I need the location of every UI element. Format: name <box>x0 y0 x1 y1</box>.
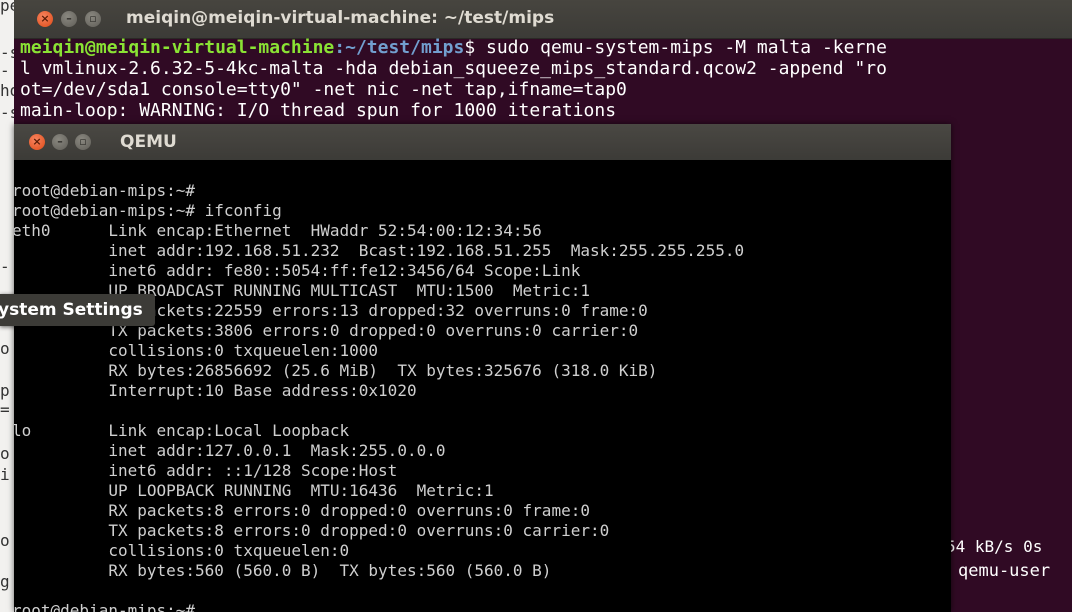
qemu-titlebar[interactable]: × – ▫ QEMU <box>14 124 951 160</box>
console-line: inet6 addr: fe80::5054:ff:fe12:3456/64 S… <box>14 261 581 280</box>
editor-text-fragment: - <box>0 61 10 80</box>
outer-terminal-output[interactable]: meiqin@meiqin-virtual-machine:~/test/mip… <box>20 37 1072 121</box>
editor-text-fragment: o <box>0 339 10 358</box>
console-line: RX packets:8 errors:0 dropped:0 overruns… <box>14 501 590 520</box>
command-line: $ sudo qemu-system-mips -M malta -kerne <box>464 37 887 58</box>
console-line: root@debian-mips:~# ifconfig <box>14 201 282 220</box>
command-line: ot=/dev/sda1 console=tty0" -net nic -net… <box>20 79 627 100</box>
editor-text-fragment: - <box>0 257 10 276</box>
tooltip-label: ystem Settings <box>0 300 143 320</box>
console-line: Interrupt:10 Base address:0x1020 <box>14 381 417 400</box>
outer-terminal-titlebar[interactable]: × – ▫ meiqin@meiqin-virtual-machine: ~/t… <box>14 0 1072 39</box>
console-line: TX packets:8 errors:0 dropped:0 overruns… <box>14 521 610 540</box>
console-line: RX bytes:26856692 (25.6 MiB) TX bytes:32… <box>14 361 658 380</box>
editor-text-fragment: p <box>0 381 10 400</box>
terminal-output-line: qemu-user <box>958 561 1051 581</box>
prompt-user: meiqin@meiqin-virtual-machine <box>20 37 335 58</box>
qemu-console-screen[interactable]: root@debian-mips:~# root@debian-mips:~# i… <box>14 160 951 612</box>
command-line: l vmlinux-2.6.32-5-4kc-malta -hda debian… <box>20 58 887 79</box>
close-icon[interactable]: × <box>37 11 53 27</box>
maximize-icon[interactable]: ▫ <box>75 134 91 150</box>
console-line: inet6 addr: ::1/128 Scope:Host <box>14 461 398 480</box>
editor-text-fragment: o <box>0 531 10 550</box>
editor-text-fragment: i <box>0 465 10 484</box>
close-icon[interactable]: × <box>29 134 45 150</box>
qemu-console-output: root@debian-mips:~# root@debian-mips:~# i… <box>14 181 744 612</box>
minimize-icon[interactable]: – <box>61 11 77 27</box>
console-line: root@debian-mips:~# <box>14 601 196 612</box>
console-line: root@debian-mips:~# <box>14 181 196 200</box>
terminal-output-line: 54 kB/s 0s <box>946 537 1043 556</box>
terminal-output-line: main-loop: WARNING: I/O thread spun for … <box>20 100 617 121</box>
console-line: RX bytes:560 (560.0 B) TX bytes:560 (560… <box>14 561 552 580</box>
console-line: collisions:0 txqueuelen:0 <box>14 541 350 560</box>
prompt-path: :~/test/mips <box>334 37 465 58</box>
qemu-window-title: QEMU <box>120 132 177 152</box>
minimize-icon[interactable]: – <box>52 134 68 150</box>
editor-text-fragment: g <box>0 572 10 591</box>
qemu-window[interactable]: × – ▫ QEMU root@debian-mips:~# root@debia… <box>14 124 951 612</box>
console-line: collisions:0 txqueuelen:1000 <box>14 341 379 360</box>
console-line: UP LOOPBACK RUNNING MTU:16436 Metric:1 <box>14 481 494 500</box>
console-line: lo Link encap:Local Loopback <box>14 421 350 440</box>
console-line: eth0 Link encap:Ethernet HWaddr 52:54:00… <box>14 221 542 240</box>
system-settings-tooltip: ystem Settings <box>0 294 155 326</box>
editor-text-fragment: = <box>0 400 10 419</box>
maximize-icon[interactable]: ▫ <box>85 11 101 27</box>
console-line: inet addr:127.0.0.1 Mask:255.0.0.0 <box>14 441 446 460</box>
outer-terminal-title: meiqin@meiqin-virtual-machine: ~/test/mi… <box>126 8 555 28</box>
console-line: inet addr:192.168.51.232 Bcast:192.168.5… <box>14 241 745 260</box>
editor-text-fragment: o <box>0 444 10 463</box>
